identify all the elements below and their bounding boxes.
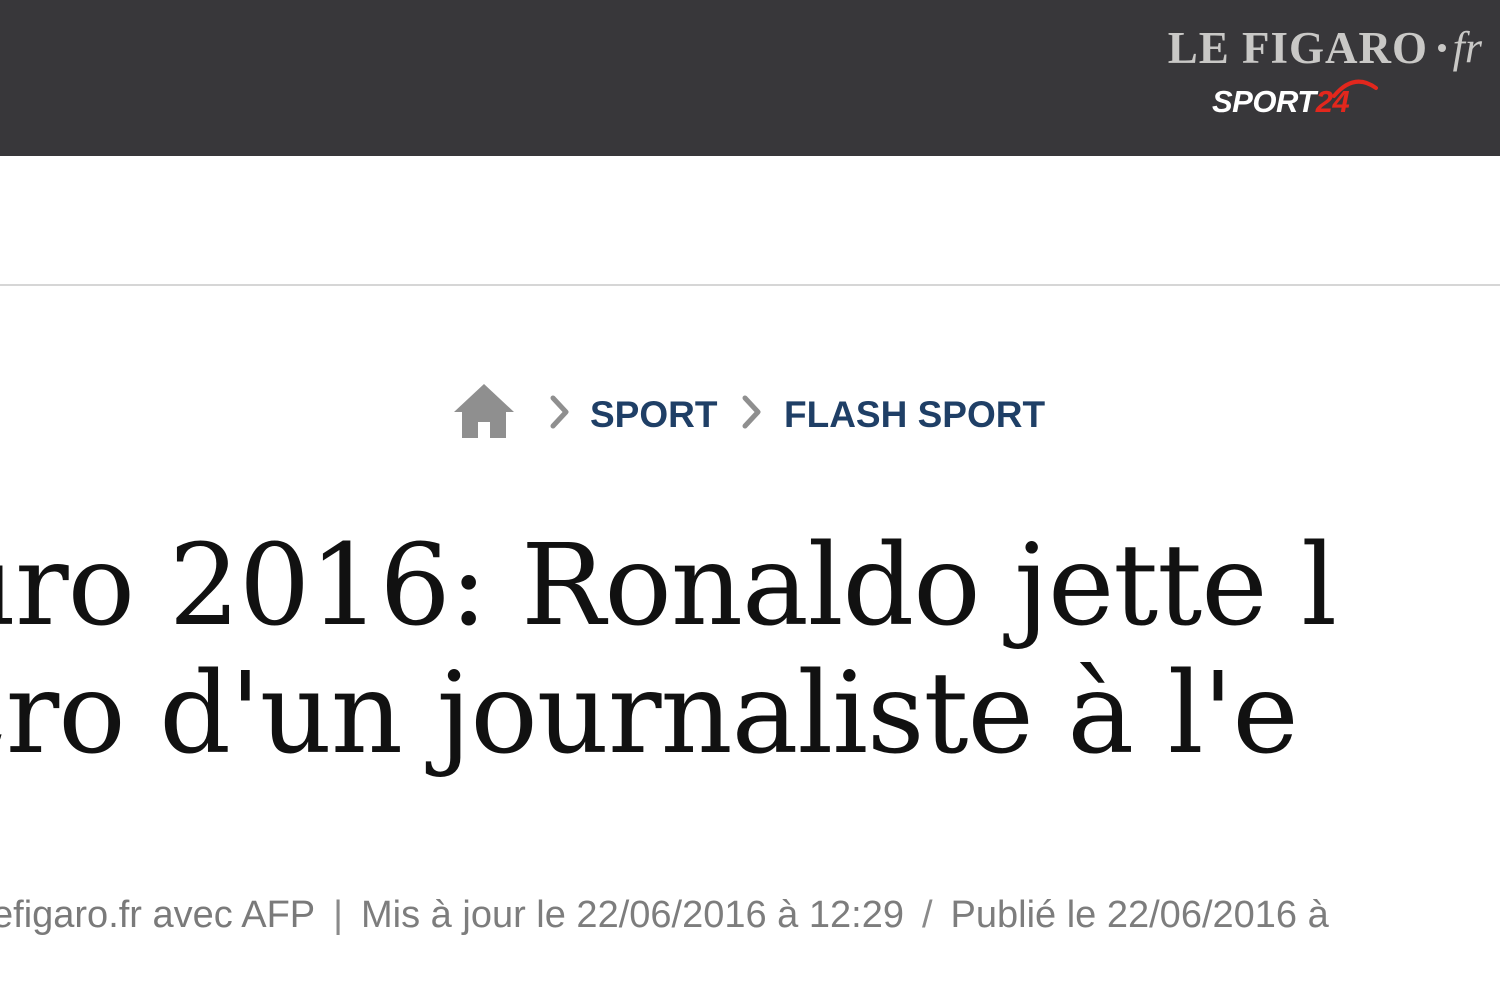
byline-source: efigaro.fr avec AFP [0, 894, 316, 936]
headline-line-1: uro 2016: Ronaldo jette l [0, 521, 1337, 651]
site-logo[interactable]: LE FIGARO fr [1090, 22, 1490, 142]
brand-tld: fr [1452, 23, 1482, 72]
byline-slash: / [921, 894, 933, 936]
byline-published-date: Publié le 22/06/2016 à [950, 894, 1329, 936]
brand-dot [1438, 44, 1446, 52]
byline-updated-date: Mis à jour le 22/06/2016 à 12:29 [361, 894, 904, 936]
sport24-number: 24 [1315, 84, 1350, 119]
sport24-word: SPORT [1212, 84, 1316, 119]
byline-separator: | [333, 894, 344, 936]
page: LE FIGARO fr SPORT24 SPORT FLASH SPORT u… [0, 0, 1500, 1000]
chevron-right-icon [550, 395, 569, 429]
headline-line-2: cro d'un journaliste à l'e [0, 649, 1299, 779]
section-divider [0, 284, 1500, 286]
brand-name: LE FIGARO [1167, 23, 1428, 73]
sport24-logo[interactable]: SPORT24 [1212, 84, 1350, 120]
article-byline: efigaro.fr avec AFP | Mis à jour le 22/06/… [0, 894, 1329, 937]
home-icon[interactable] [452, 382, 516, 440]
breadcrumb-link-sport[interactable]: SPORT [590, 394, 717, 436]
article-headline: uro 2016: Ronaldo jette l cro d'un journ… [0, 521, 1337, 779]
breadcrumb-link-flash-sport[interactable]: FLASH SPORT [784, 394, 1045, 436]
chevron-right-icon [742, 395, 761, 429]
site-header: LE FIGARO fr SPORT24 [0, 0, 1500, 156]
